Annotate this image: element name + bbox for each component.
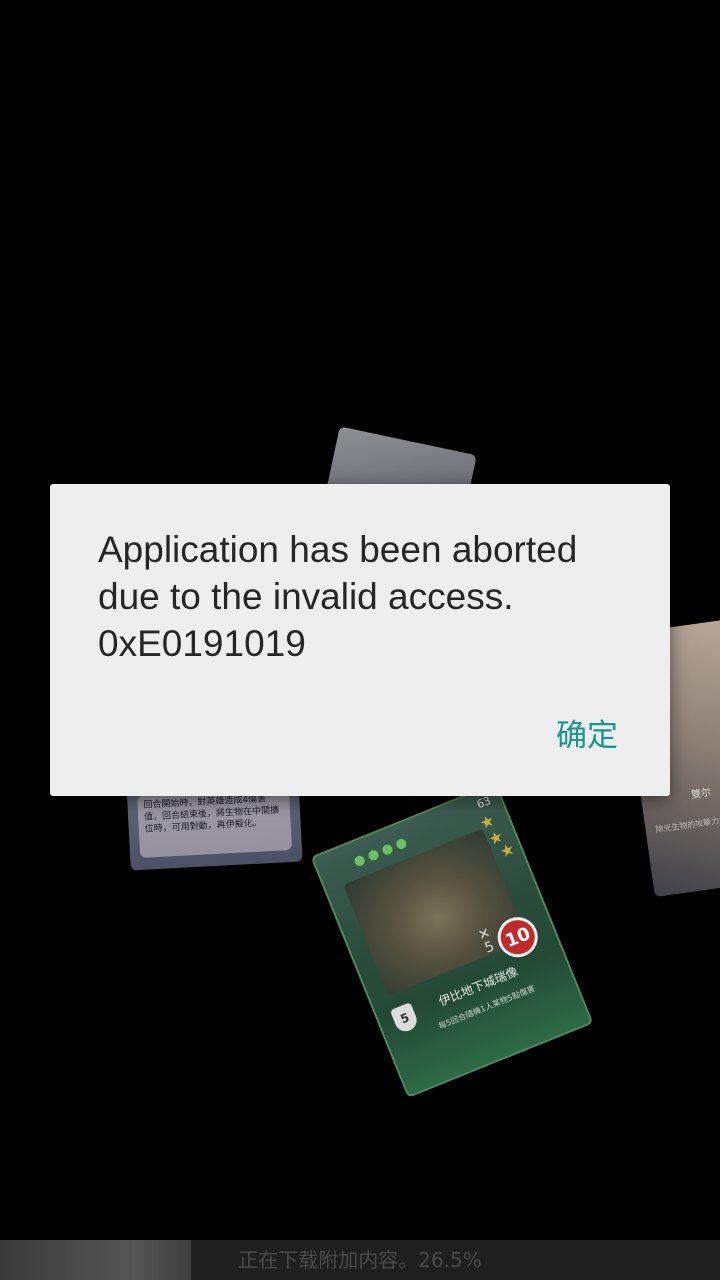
card-ability-text: 回合開始時，對英雄造成4傷害值，回合結束後，將生物在中間擴位時，可用對動，再伊擬… [137,788,293,858]
download-status-text: 正在下载附加内容。26.5% [238,1248,482,1272]
card-shield-icon: 5 [389,1002,420,1035]
game-screen: 回合開始時，對英雄造成4傷害值，回合結束後，將生物在中間擴位時，可用對動，再伊擬… [0,0,720,1280]
ok-button[interactable]: 确定 [556,710,618,755]
card-ability-text: 除光生物的攻擊力大量 [655,814,720,835]
background-card-bottom: 63 ★ ★ ★ ✕ 5 10 5 伊比地下城瑞像 每5回合隨機1人某物5點傷害 [310,782,594,1098]
card-level: 63 [474,793,493,812]
cost-pip-icon [379,841,396,858]
cost-pip-icon [393,836,410,852]
error-dialog: Application has been aborted due to the … [50,484,670,796]
error-message: Application has been aborted due to the … [98,529,578,664]
cost-pip-icon [351,853,368,869]
cost-pip-icon [365,847,382,864]
download-progress-bar: 正在下载附加内容。26.5% [0,1240,720,1280]
star-icon: ★ [497,838,518,862]
